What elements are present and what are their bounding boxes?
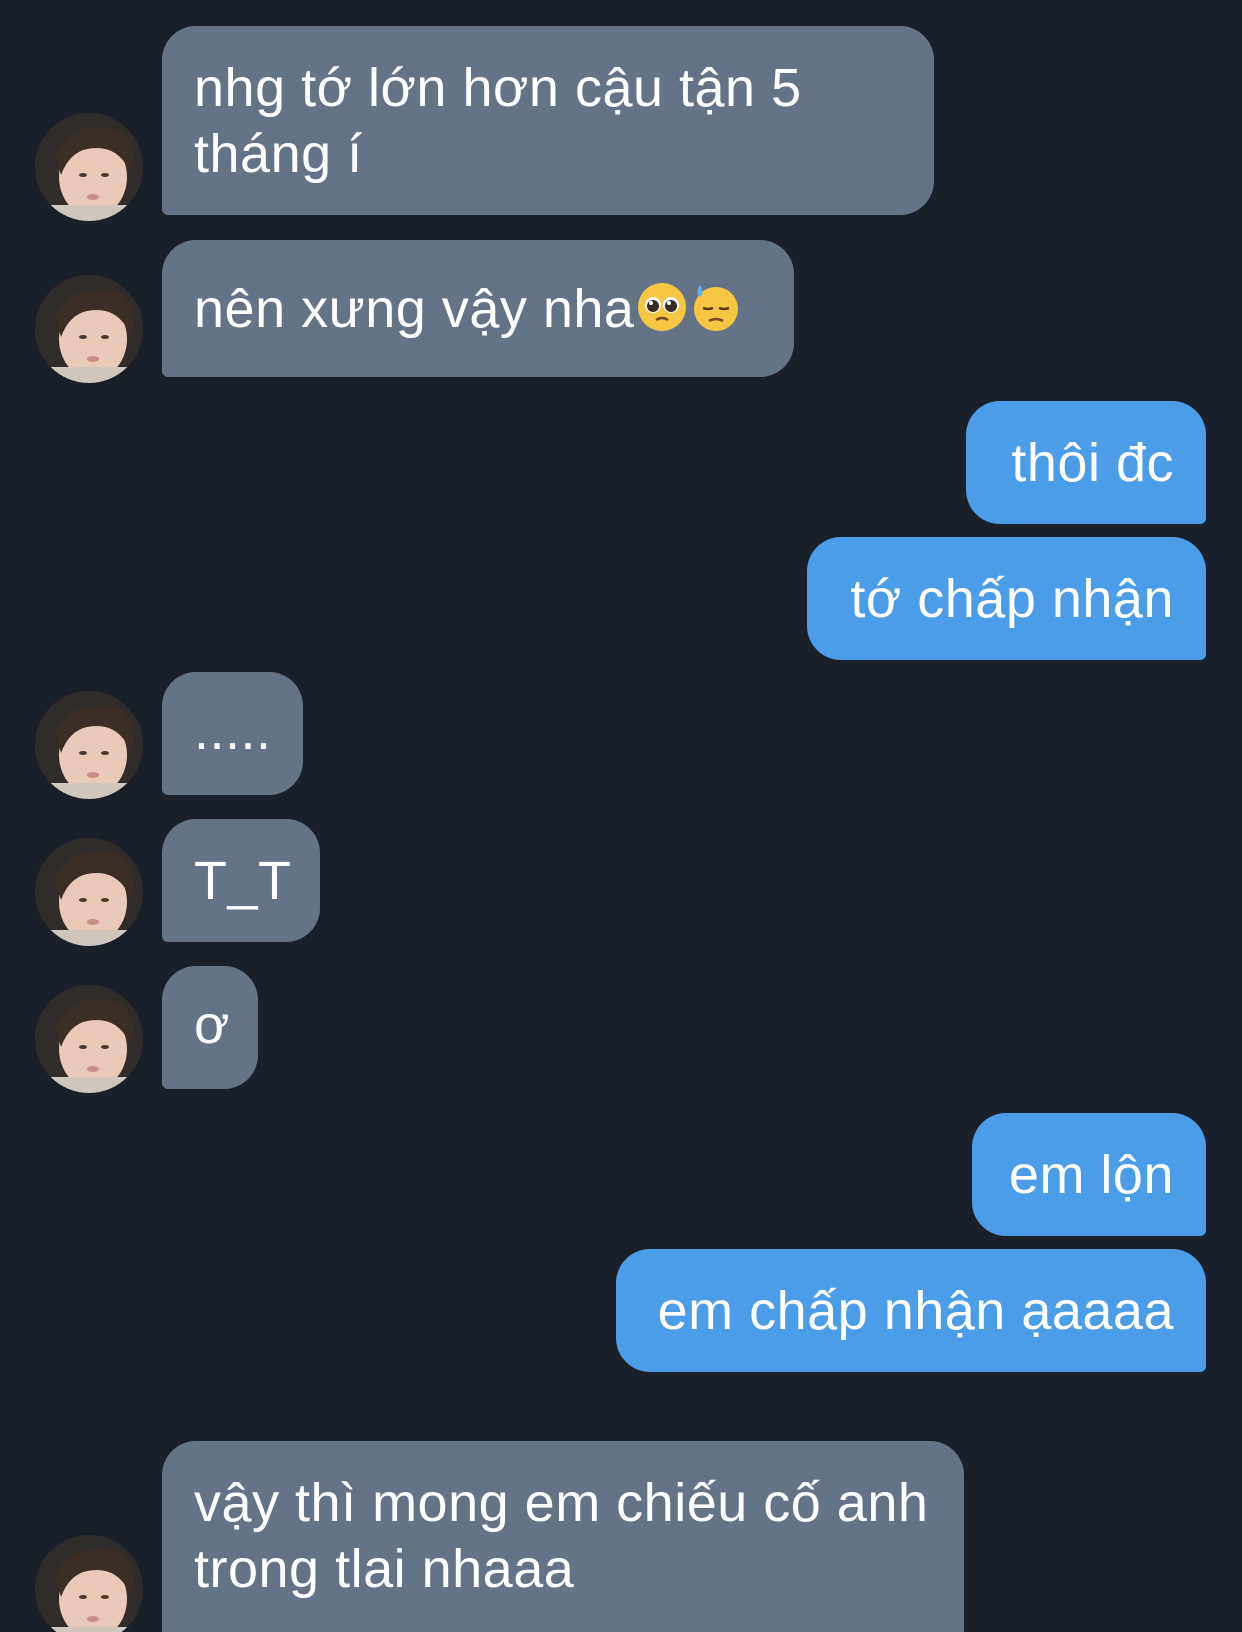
profile-photo-avatar-icon [35, 113, 143, 221]
downcast-face-with-sweat-emoji-icon [694, 285, 739, 331]
message-text: em lộn [1008, 1145, 1174, 1205]
incoming-message-bubble[interactable]: ơ [162, 966, 258, 1089]
message-text: tớ chấp nhận [850, 569, 1174, 629]
incoming-message-bubble[interactable]: nhg tớ lớn hơn cậu tận 5 tháng í [162, 26, 934, 215]
incoming-message-bubble[interactable]: ..... [162, 672, 303, 795]
chat-thread: nhg tớ lớn hơn cậu tận 5 tháng í nên xưn… [0, 0, 1242, 1632]
incoming-message-bubble[interactable]: vậy thì mong em chiếu cố anh trong tlai … [162, 1441, 964, 1632]
message-text: vậy thì mong em chiếu cố anh trong tlai … [194, 1473, 929, 1599]
message-text: ơ [194, 995, 230, 1055]
message-text: nên xưng vậy nha [194, 279, 635, 339]
outgoing-message-bubble[interactable]: thôi đc [966, 401, 1206, 524]
message-text-row: nên xưng vậy nha [194, 276, 762, 342]
outgoing-message-bubble[interactable]: em lộn [972, 1113, 1206, 1236]
message-text: em chấp nhận ạaaaa [657, 1281, 1174, 1341]
contact-avatar[interactable] [35, 691, 143, 799]
profile-photo-avatar-icon [35, 275, 143, 383]
contact-avatar[interactable] [35, 985, 143, 1093]
contact-avatar[interactable] [35, 113, 143, 221]
profile-photo-avatar-icon [35, 691, 143, 799]
outgoing-message-bubble[interactable]: tớ chấp nhận [807, 537, 1206, 660]
message-text: ..... [194, 701, 272, 761]
message-text: T_T [194, 851, 292, 911]
profile-photo-avatar-icon [35, 1535, 143, 1632]
message-text: nhg tớ lớn hơn cậu tận 5 tháng í [194, 58, 802, 184]
incoming-message-bubble[interactable]: T_T [162, 819, 320, 942]
contact-avatar[interactable] [35, 1535, 143, 1632]
pleading-face-emoji-icon [638, 283, 687, 331]
profile-photo-avatar-icon [35, 838, 143, 946]
contact-avatar[interactable] [35, 275, 143, 383]
outgoing-message-bubble[interactable]: em chấp nhận ạaaaa [616, 1249, 1206, 1372]
contact-avatar[interactable] [35, 838, 143, 946]
incoming-message-bubble[interactable]: nên xưng vậy nha [162, 240, 794, 377]
message-text: thôi đc [1011, 433, 1174, 493]
profile-photo-avatar-icon [35, 985, 143, 1093]
